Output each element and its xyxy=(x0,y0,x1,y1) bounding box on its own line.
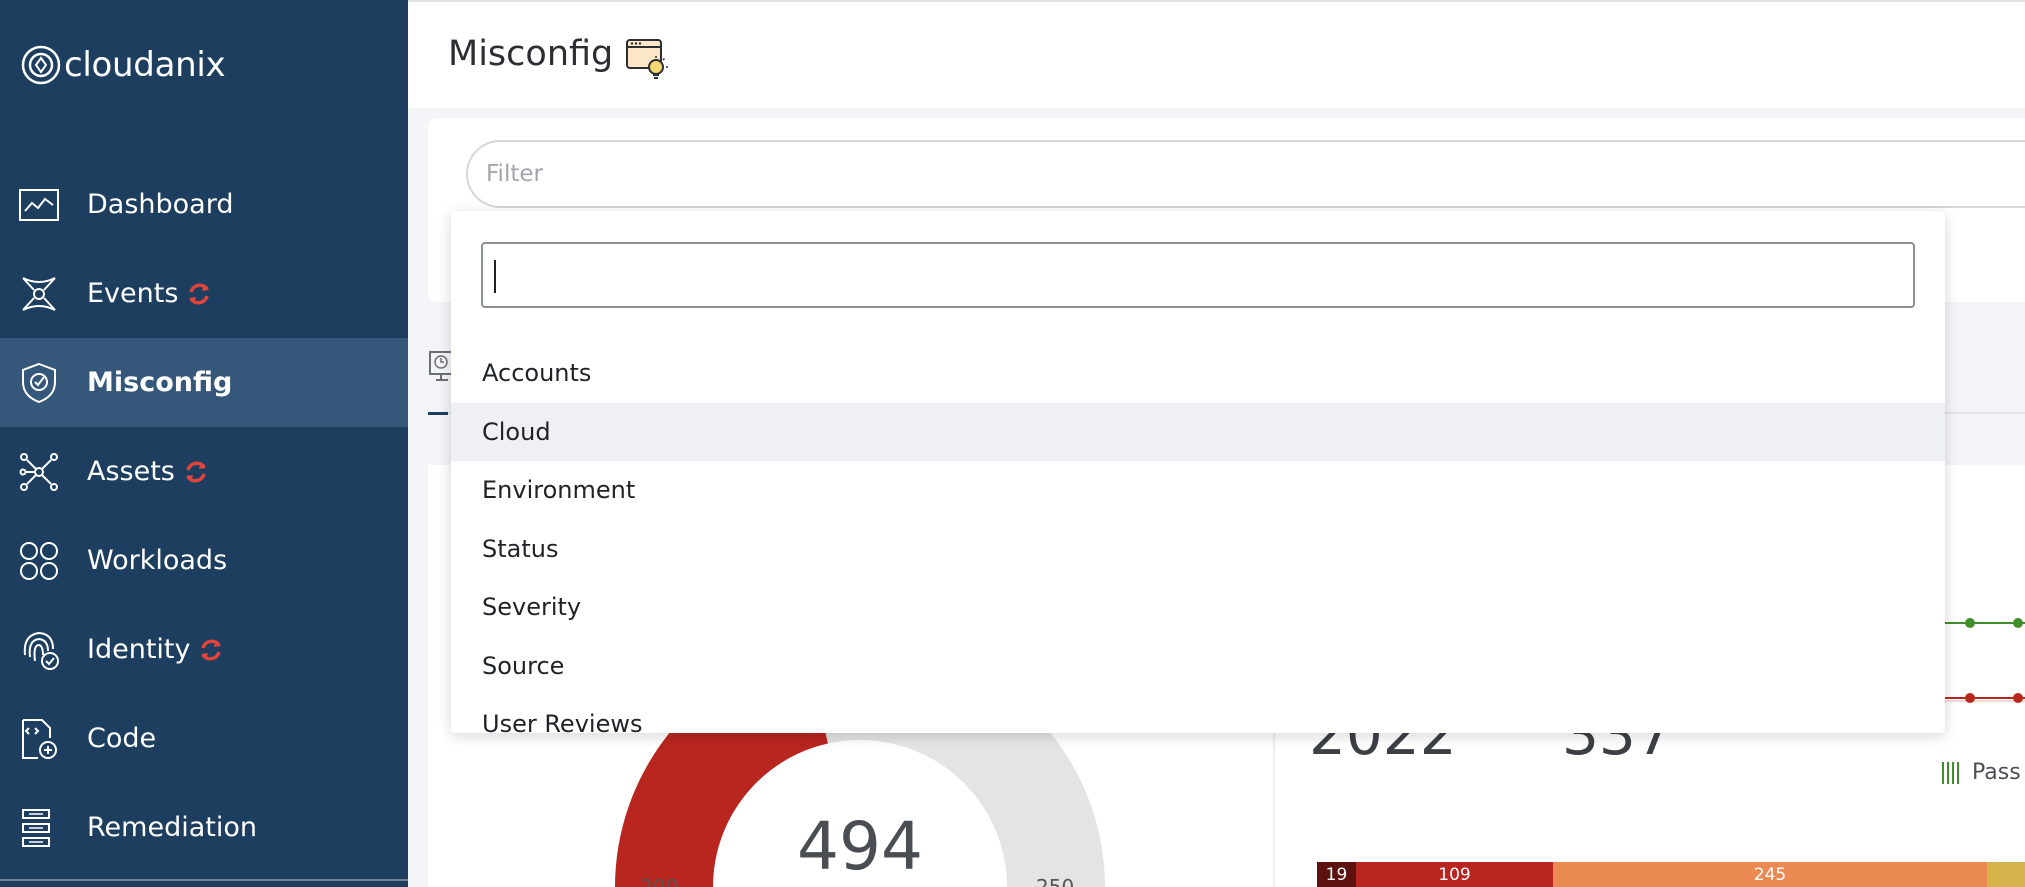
sidebar-item-label: Code xyxy=(87,723,157,754)
sidebar-item-label: Identity xyxy=(87,634,191,665)
sidebar-item-label: Dashboard xyxy=(87,189,234,220)
sidebar-item-label: Misconfig xyxy=(87,367,233,398)
severity-bar: 19 109 245 xyxy=(1317,862,2025,887)
dropdown-option-environment[interactable]: Environment xyxy=(451,461,1945,520)
dashboard-chart-icon xyxy=(18,184,60,226)
network-nodes-icon xyxy=(18,451,60,493)
fail-series-point xyxy=(2013,693,2023,703)
cloudanix-logo-icon xyxy=(21,45,61,85)
severity-segment-low[interactable] xyxy=(1987,862,2025,887)
legend-swatch xyxy=(1942,761,1962,784)
browser-lightbulb-icon xyxy=(626,39,668,79)
dropdown-option-accounts[interactable]: Accounts xyxy=(451,344,1945,403)
filter-input[interactable] xyxy=(466,140,2025,208)
shield-check-icon xyxy=(18,362,60,404)
page-header: Misconfig xyxy=(408,0,2025,108)
dropdown-option-cloud[interactable]: Cloud xyxy=(451,402,1945,461)
filter-dropdown: Accounts Cloud Environment Status Severi… xyxy=(451,211,1945,733)
sync-icon xyxy=(201,639,222,660)
dropdown-option-severity[interactable]: Severity xyxy=(451,578,1945,637)
sidebar-item-label: Workloads xyxy=(87,545,228,576)
sync-icon xyxy=(189,283,210,304)
dropdown-option-source[interactable]: Source xyxy=(451,637,1945,696)
sidebar-item-remediation[interactable]: Remediation xyxy=(0,783,408,872)
code-file-icon xyxy=(18,718,60,760)
brand-name: cloudanix xyxy=(64,45,226,85)
dropdown-search-input[interactable] xyxy=(481,242,1915,308)
four-circles-icon xyxy=(18,540,60,582)
sidebar-item-identity[interactable]: Identity xyxy=(0,605,408,694)
severity-segment-medium[interactable]: 245 xyxy=(1553,862,1987,887)
pass-series-point xyxy=(2013,618,2023,628)
legend-pass[interactable]: Pass xyxy=(1942,760,2021,785)
fail-series-point xyxy=(1965,693,1975,703)
dropdown-option-user-reviews[interactable]: User Reviews xyxy=(451,695,1945,733)
brand-logo[interactable]: cloudanix xyxy=(20,44,226,86)
sidebar-item-label: Events xyxy=(87,278,179,309)
sidebar-item-misconfig[interactable]: Misconfig xyxy=(0,338,408,427)
sidebar-item-workloads[interactable]: Workloads xyxy=(0,516,408,605)
fingerprint-icon xyxy=(18,629,60,671)
page-title: Misconfig xyxy=(448,34,614,74)
tab-active-indicator xyxy=(428,412,448,415)
legend-label: Pass xyxy=(1972,760,2021,785)
monitor-clock-icon[interactable] xyxy=(428,350,452,386)
sidebar-item-events[interactable]: Events xyxy=(0,249,408,338)
gauge-tick-right: 250 xyxy=(1036,875,1075,887)
severity-segment-high[interactable]: 109 xyxy=(1356,862,1553,887)
sidebar-item-code[interactable]: Code xyxy=(0,694,408,783)
gauge-tick-left: 200 xyxy=(640,875,679,887)
text-caret xyxy=(494,260,496,293)
pass-series-point xyxy=(1965,618,1975,628)
sidebar-item-dashboard[interactable]: Dashboard xyxy=(0,160,408,249)
sidebar-item-assets[interactable]: Assets xyxy=(0,427,408,516)
sidebar: cloudanix Dashboard Events Misconfig Ass… xyxy=(0,0,408,887)
sidebar-divider xyxy=(0,879,408,881)
sidebar-nav: Dashboard Events Misconfig Assets Worklo… xyxy=(0,160,408,872)
dropdown-option-status[interactable]: Status xyxy=(451,520,1945,579)
events-icon xyxy=(18,273,60,315)
list-settings-icon xyxy=(18,807,60,849)
dropdown-option-list: Accounts Cloud Environment Status Severi… xyxy=(451,344,1945,733)
gauge-value: 494 xyxy=(797,808,923,885)
sidebar-item-label: Remediation xyxy=(87,812,257,843)
sync-icon xyxy=(185,461,206,482)
sidebar-item-label: Assets xyxy=(87,456,175,487)
severity-segment-critical[interactable]: 19 xyxy=(1317,862,1356,887)
